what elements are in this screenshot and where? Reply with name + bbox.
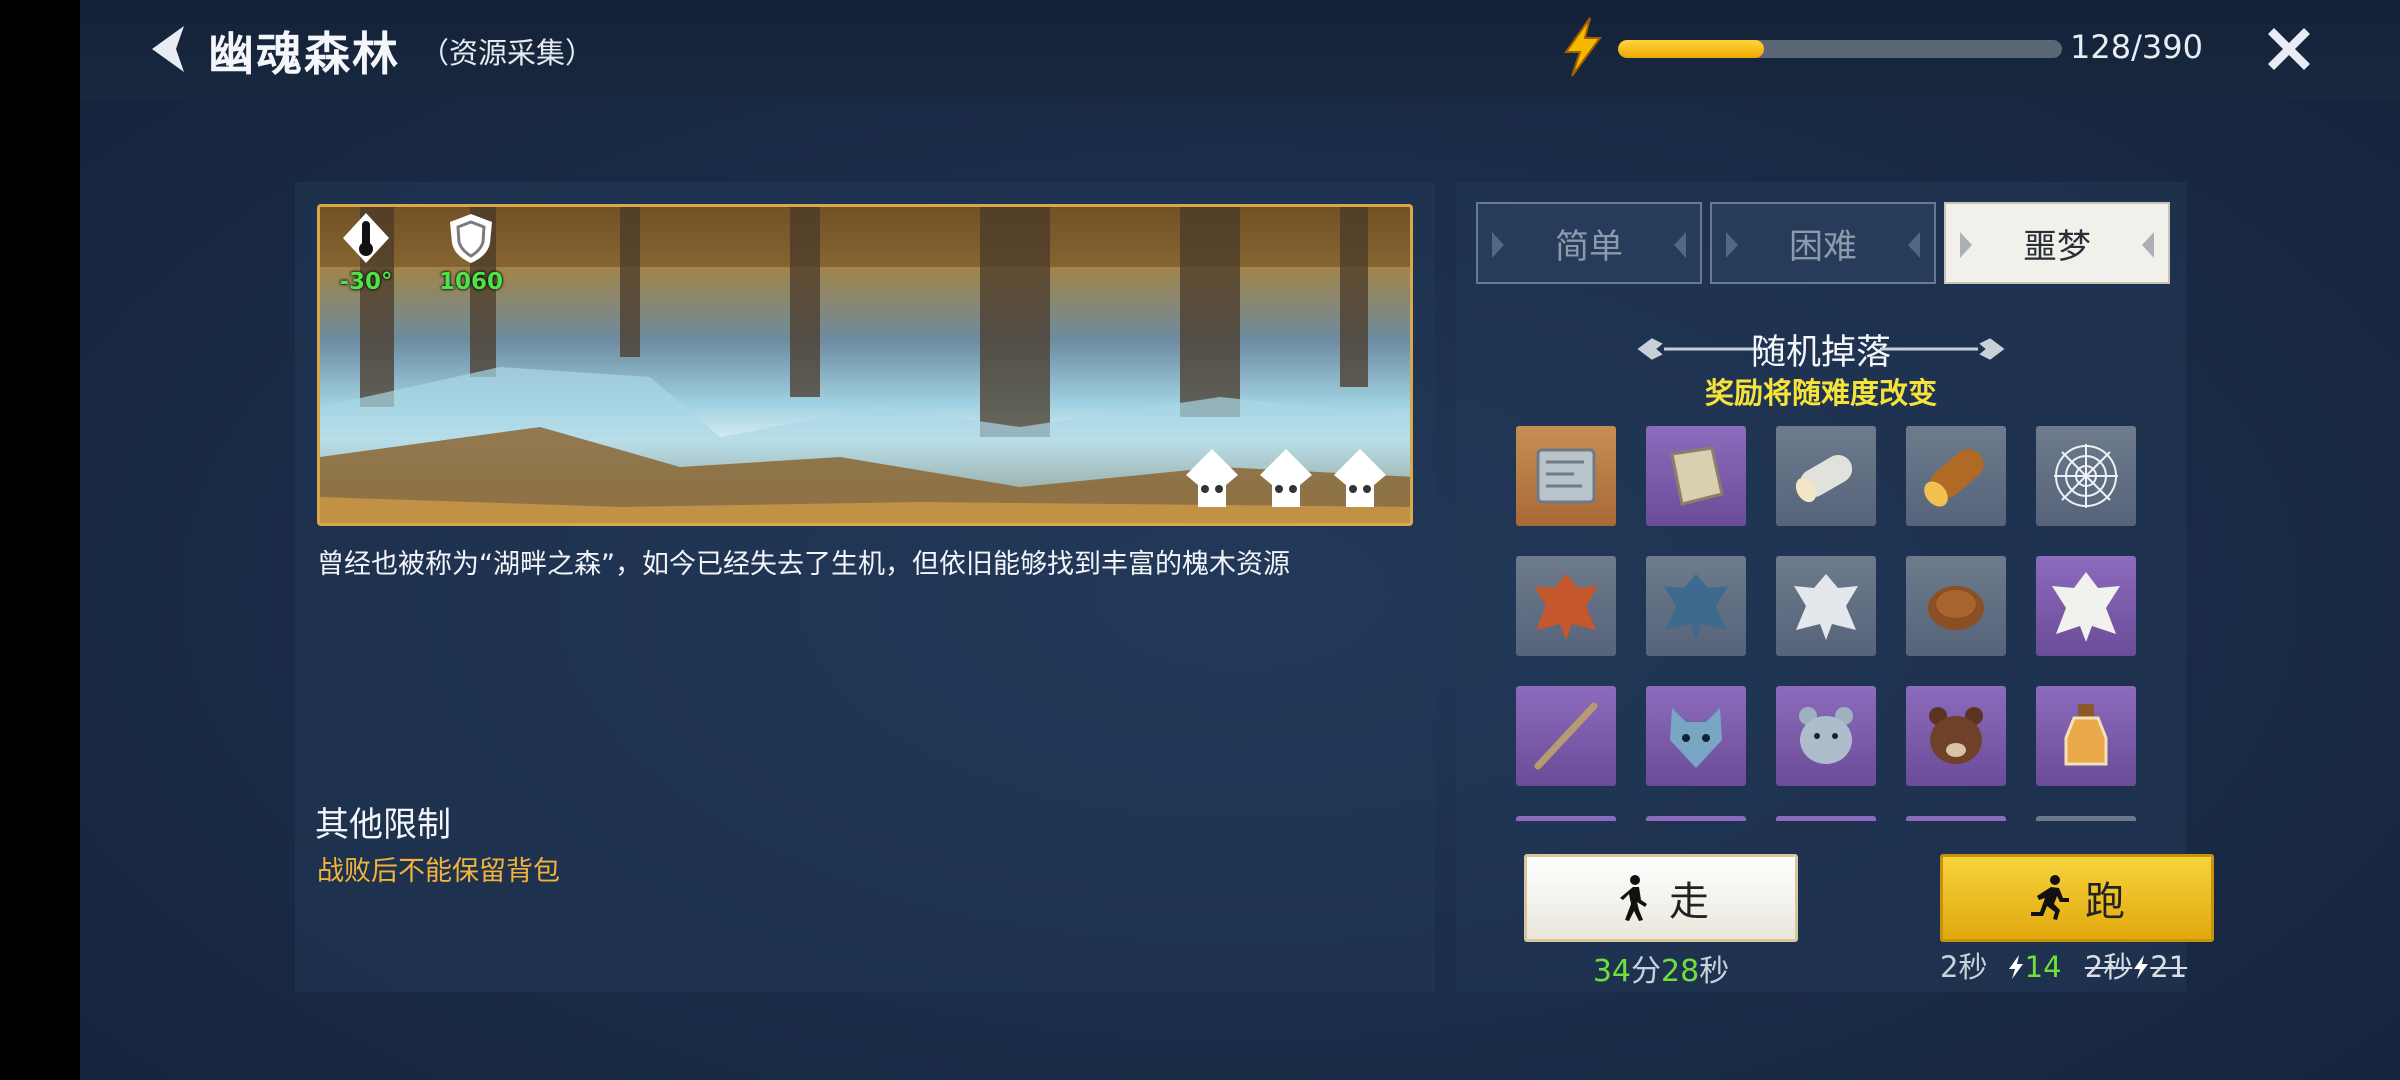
drop-item-potion[interactable] <box>2036 686 2136 786</box>
potion-icon <box>2064 704 2108 766</box>
back-arrow-icon[interactable] <box>140 20 198 78</box>
tab-label: 困难 <box>1789 226 1857 267</box>
tab-label: 噩梦 <box>2023 226 2091 267</box>
tab-nightmare[interactable]: 噩梦 <box>1944 202 2170 284</box>
lightning-icon <box>2008 955 2023 979</box>
drop-item-polar-pelt[interactable] <box>2036 556 2136 656</box>
drop-item-fur[interactable] <box>1906 556 2006 656</box>
run-old-cost: 2秒 21 <box>2085 950 2187 984</box>
fur-icon <box>1928 586 1984 630</box>
tab-arrow-right-icon <box>1674 232 1686 258</box>
parchment-icon <box>1670 446 1724 506</box>
walk-seconds: 28 <box>1661 954 1700 989</box>
page-title: 幽魂森林 <box>208 27 400 81</box>
tab-arrow-right-icon <box>1908 232 1920 258</box>
drop-item-partial[interactable] <box>1516 816 1616 821</box>
drop-item-partial[interactable] <box>1906 816 2006 821</box>
oak-log-icon <box>1924 449 1984 507</box>
tab-arrow-right-icon <box>2142 232 2154 258</box>
stage-description: 曾经也被称为“湖畔之森”，如今已经失去了生机，但依旧能够找到丰富的槐木资源 <box>317 549 1290 580</box>
tab-arrow-left-icon <box>1492 232 1504 258</box>
walk-button[interactable]: 走 <box>1524 854 1798 942</box>
limits-title: 其他限制 <box>315 805 451 845</box>
drop-item-birch-log[interactable] <box>1776 426 1876 526</box>
drop-item-map-scroll[interactable] <box>1516 426 1616 526</box>
tab-easy[interactable]: 简单 <box>1476 202 1702 284</box>
birch-log-icon <box>1795 455 1853 503</box>
stage-banner-image: -30° 1060 <box>317 204 1413 526</box>
walking-person-icon <box>1620 875 1647 921</box>
drop-item-oak-log[interactable] <box>1906 426 2006 526</box>
close-icon[interactable] <box>2260 20 2318 78</box>
drops-subtitle: 奖励将随难度改变 <box>1704 376 1937 410</box>
walk-minutes: 34 <box>1592 954 1631 989</box>
temperature-value: -30° <box>339 269 393 295</box>
walk-duration: 34分28秒 <box>1524 946 1798 990</box>
polar-pelt-icon <box>2052 572 2120 642</box>
wolf-pelt-icon <box>1664 574 1728 640</box>
drop-item-partial[interactable] <box>1776 816 1876 821</box>
drop-item-boar-head[interactable] <box>1906 686 2006 786</box>
walk-seconds-unit: 秒 <box>1699 954 1730 989</box>
run-button[interactable]: 跑 <box>1940 854 2214 942</box>
stage-info-panel: -30° 1060 曾经也被称为“湖畔之森”，如今已经失去了生机，但依旧能够找到… <box>295 182 1435 992</box>
drop-items-grid[interactable] <box>1516 426 2136 821</box>
tab-label: 简单 <box>1555 226 1623 267</box>
lightning-icon <box>1564 17 1602 77</box>
top-bar: 幽魂森林 （资源采集） 128/390 <box>80 0 2400 98</box>
run-label: 跑 <box>2085 879 2125 925</box>
wolf-head-icon <box>1670 708 1722 768</box>
run-old-time: 2秒 <box>2084 950 2133 984</box>
game-screen: 幽魂森林 （资源采集） 128/390 -30° 1060 曾经也被称为“湖畔之… <box>80 0 2400 1080</box>
rewards-panel: 简单 困难 噩梦 随机掉落 奖励将随难度改变 走 34分28秒 跑 2秒 14 … <box>1456 182 2214 992</box>
drops-title: 随机掉落 <box>1750 333 1891 373</box>
page-subtitle: （资源采集） <box>420 36 595 70</box>
danger-skull-icons <box>1186 449 1386 507</box>
thermometer-icon <box>343 213 389 263</box>
map-scroll-icon <box>1536 448 1596 504</box>
drop-item-fox-pelt[interactable] <box>1516 556 1616 656</box>
drop-item-spiderweb[interactable] <box>2036 426 2136 526</box>
run-old-energy: 21 <box>2150 950 2188 984</box>
boar-head-icon <box>1929 707 1983 764</box>
shield-icon <box>450 214 492 263</box>
drop-item-white-pelt[interactable] <box>1776 556 1876 656</box>
bear-head-icon <box>1799 707 1853 764</box>
run-time: 2秒 <box>1940 950 1988 984</box>
walk-minutes-unit: 分 <box>1631 954 1661 989</box>
tab-hard[interactable]: 困难 <box>1710 202 1936 284</box>
run-energy-cost: 14 <box>2024 950 2062 984</box>
energy-bar <box>1618 40 2062 58</box>
tab-arrow-left-icon <box>1960 232 1972 258</box>
white-pelt-icon <box>1794 574 1858 640</box>
drop-item-partial[interactable] <box>2036 816 2136 821</box>
lightning-icon <box>2134 955 2149 979</box>
energy-value: 128/390 <box>2070 28 2203 66</box>
stick-icon <box>1534 702 1598 770</box>
drop-item-partial[interactable] <box>1646 816 1746 821</box>
spiderweb-icon <box>2054 444 2118 508</box>
fox-pelt-icon <box>1534 574 1598 640</box>
temperature-stat: -30° <box>336 211 396 295</box>
drop-item-wolf-pelt[interactable] <box>1646 556 1746 656</box>
drop-item-parchment[interactable] <box>1646 426 1746 526</box>
energy-bar-fill <box>1618 40 1764 58</box>
defense-stat: 1060 <box>436 211 506 295</box>
tab-arrow-left-icon <box>1726 232 1738 258</box>
walk-label: 走 <box>1669 879 1709 925</box>
run-cost-info: 2秒 14 2秒 21 <box>1940 944 2240 986</box>
ornament-right-icon <box>1880 338 2005 360</box>
drop-item-bear-head[interactable] <box>1776 686 1876 786</box>
defense-value: 1060 <box>438 269 503 295</box>
running-person-icon <box>2031 875 2069 920</box>
limits-text: 战败后不能保留背包 <box>317 856 560 887</box>
drop-item-wolf-head[interactable] <box>1646 686 1746 786</box>
drop-item-stick[interactable] <box>1516 686 1616 786</box>
